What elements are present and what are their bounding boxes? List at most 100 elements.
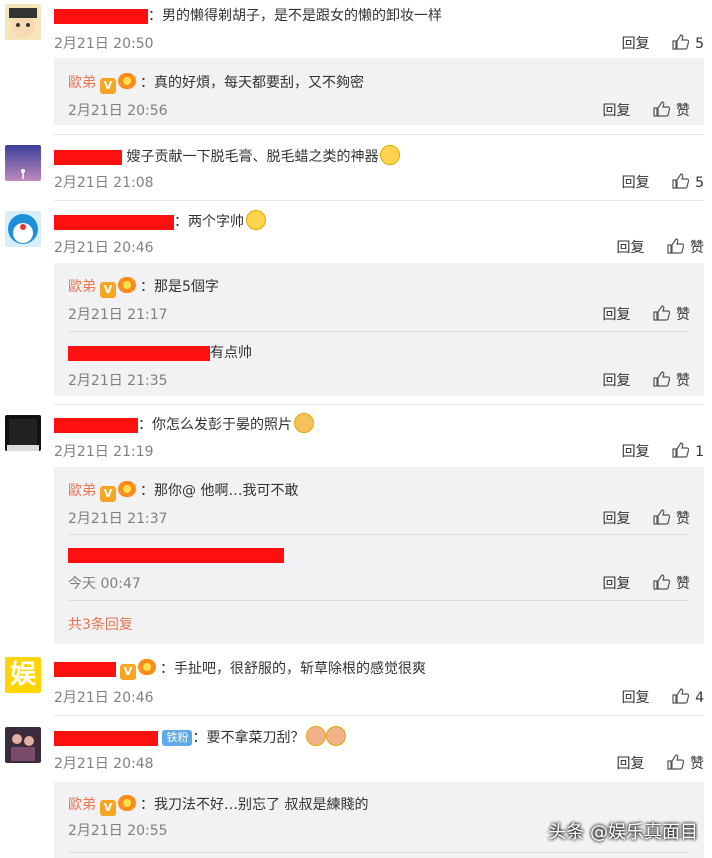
vip-v-badge-icon: V xyxy=(100,486,116,502)
reply-button[interactable]: 回复 xyxy=(622,690,650,706)
thumbs-up-icon xyxy=(667,754,684,770)
reply-text: ：那你@ 他啊…我可不敢 xyxy=(140,483,299,499)
thumbs-up-icon xyxy=(672,173,690,189)
reply-author[interactable]: 歐弟 xyxy=(68,279,96,295)
redacted-username xyxy=(54,214,174,230)
fan-badge: 铁粉 xyxy=(162,730,193,746)
reply-button[interactable]: 回复 xyxy=(603,576,631,592)
vip-v-badge-icon: V xyxy=(100,800,116,816)
redacted-username xyxy=(54,417,138,433)
comment: 娱 V ：手扯吧，很舒服的，斩草除根的感觉很爽 2月21日 20:46 回复 4 xyxy=(0,652,712,712)
crown-badge-icon xyxy=(118,73,136,89)
vip-v-badge-icon: V xyxy=(100,78,116,94)
avatar[interactable] xyxy=(5,145,41,181)
cat-emoji-icon xyxy=(326,726,347,746)
reply-author[interactable]: 歐弟 xyxy=(68,797,96,813)
reply-actions: 回复 赞 xyxy=(603,573,690,593)
comment: ：你怎么发彭于晏的照片 2月21日 21:19 回复 1 歐弟 V ：那你@ 他啊…… xyxy=(0,410,712,645)
reply-button[interactable]: 回复 xyxy=(603,307,631,323)
comment-actions: 回复 1 xyxy=(622,441,704,461)
like-button[interactable]: 赞 xyxy=(653,371,690,389)
like-button[interactable]: 赞 xyxy=(653,509,690,527)
grinning-emoji-icon xyxy=(380,145,401,165)
more-replies-link[interactable]: 共3条回复 xyxy=(68,614,688,634)
reply-separator xyxy=(68,600,688,601)
thumbs-up-icon xyxy=(653,371,670,387)
reply-time: 2月21日 20:56 xyxy=(68,103,168,119)
reply-box: 歐弟 V ：那你@ 他啊…我可不敢 2月21日 21:37 回复 赞 今天 00:4… xyxy=(54,467,704,644)
divider xyxy=(54,715,704,716)
reply-button[interactable]: 回复 xyxy=(622,444,650,460)
redacted-username xyxy=(68,345,210,361)
crown-badge-icon xyxy=(138,659,156,675)
reply-actions: 回复 赞 xyxy=(603,508,690,528)
reply: 歐弟 V ：我刀法不好…别忘了 叔叔是練賤的 xyxy=(68,794,688,816)
vip-v-badge-icon: V xyxy=(100,282,116,298)
thumbs-up-icon xyxy=(667,238,684,254)
like-button[interactable]: 5 xyxy=(672,173,704,191)
reply-text: ：真的好煩，每天都要刮，又不夠密 xyxy=(140,75,364,91)
thumbs-up-icon xyxy=(672,442,690,458)
reply-text: ：我刀法不好…别忘了 叔叔是練賤的 xyxy=(140,797,369,813)
reply-button[interactable]: 回复 xyxy=(617,240,645,256)
reply-box: 歐弟 V ：真的好煩，每天都要刮，又不夠密 2月21日 20:56 回复 赞 xyxy=(54,58,704,125)
comment-actions: 回复 赞 xyxy=(617,237,704,257)
grinning-emoji-icon xyxy=(246,210,266,230)
reply-author[interactable]: 歐弟 xyxy=(68,75,96,91)
like-button[interactable]: 赞 xyxy=(653,305,690,323)
avatar[interactable] xyxy=(5,211,41,247)
avatar[interactable]: 娱 xyxy=(5,657,41,693)
crown-badge-icon xyxy=(118,277,136,293)
redacted-username xyxy=(68,547,284,563)
like-button[interactable]: 赞 xyxy=(653,574,690,592)
reply: 歐弟 V ：真的好煩，每天都要刮，又不夠密 xyxy=(68,72,688,94)
like-button[interactable]: 赞 xyxy=(653,101,690,119)
reply-box: 歐弟 V ：那是5個字 2月21日 21:17 回复 赞 有点帅 2月21日 21:… xyxy=(54,263,704,396)
reply-button[interactable]: 回复 xyxy=(617,756,645,772)
like-button[interactable]: 5 xyxy=(672,34,704,52)
reply-separator xyxy=(68,331,688,332)
comment-text: ：你怎么发彭于晏的照片 xyxy=(54,413,314,434)
reply-button[interactable]: 回复 xyxy=(603,511,631,527)
crown-badge-icon xyxy=(118,795,136,811)
reply: 歐弟 V ：那你@ 他啊…我可不敢 xyxy=(68,480,688,502)
thumbs-up-icon xyxy=(653,509,670,525)
reply-time: 2月21日 21:37 xyxy=(68,511,168,527)
reply-text: ：那是5個字 xyxy=(140,279,219,295)
comment-text: 铁粉 ：要不拿菜刀刮？ xyxy=(54,726,347,747)
reply-button[interactable]: 回复 xyxy=(622,36,650,52)
comment-text: ：男的懒得剃胡子，是不是跟女的懒的卸妆一样 xyxy=(54,5,442,25)
reply: 有点帅 xyxy=(68,342,688,362)
crown-badge-icon xyxy=(118,481,136,497)
comment-actions: 回复 赞 xyxy=(617,753,704,773)
reply xyxy=(68,547,688,563)
reply-button[interactable]: 回复 xyxy=(603,373,631,389)
comment-text: ：两个字帅 xyxy=(54,210,266,231)
thumbs-up-icon xyxy=(672,688,690,704)
comment: ：两个字帅 2月21日 20:46 回复 赞 歐弟 V ：那是5個字 2月21日 2… xyxy=(0,206,712,396)
reply-button[interactable]: 回复 xyxy=(603,103,631,119)
redacted-username xyxy=(54,8,148,24)
yule-logo-icon: 娱 xyxy=(9,660,36,690)
thumbs-up-icon xyxy=(653,101,670,117)
reply-button[interactable]: 回复 xyxy=(622,175,650,191)
like-button[interactable]: 赞 xyxy=(667,754,704,772)
reply-time: 2月21日 21:35 xyxy=(68,373,168,389)
redacted-username xyxy=(54,730,158,746)
watermark: 头条 @娱乐真面目 xyxy=(548,822,698,843)
comment-time: 2月21日 21:08 xyxy=(54,175,154,191)
comment: 嫂子贡献一下脱毛膏、脱毛蜡之类的神器 2月21日 21:08 回复 5 xyxy=(0,140,712,200)
avatar[interactable] xyxy=(5,4,41,40)
like-button[interactable]: 4 xyxy=(672,688,704,706)
like-button[interactable]: 1 xyxy=(672,442,704,460)
comment-time: 2月21日 20:50 xyxy=(54,36,154,52)
comment-time: 2月21日 21:19 xyxy=(54,444,154,460)
comment-actions: 回复 5 xyxy=(622,172,704,192)
divider xyxy=(54,404,704,405)
vip-v-badge-icon: V xyxy=(120,664,136,680)
avatar[interactable] xyxy=(5,415,41,451)
like-button[interactable]: 赞 xyxy=(667,238,704,256)
avatar[interactable] xyxy=(5,727,41,763)
thumbs-up-icon xyxy=(653,574,670,590)
reply-author[interactable]: 歐弟 xyxy=(68,483,96,499)
